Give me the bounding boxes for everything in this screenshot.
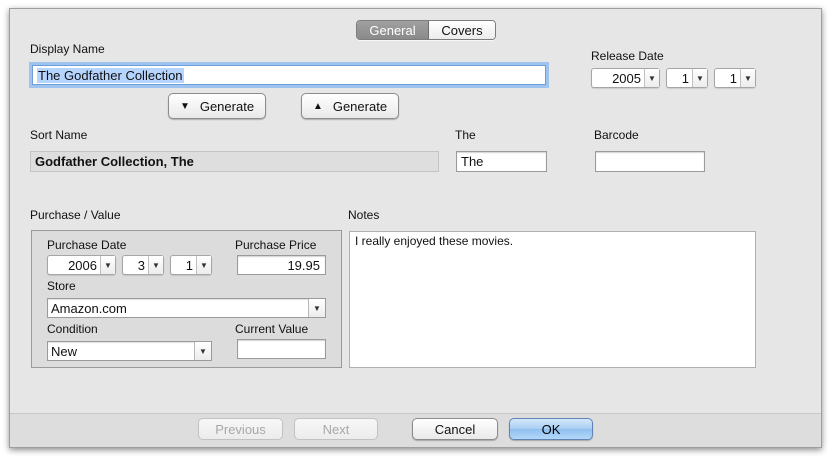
chevron-down-icon: ▼	[644, 69, 659, 87]
the-value: The	[461, 154, 484, 169]
generate-down-label: Generate	[199, 98, 255, 114]
chevron-down-icon: ▼	[740, 69, 755, 87]
purchase-section-label: Purchase / Value	[30, 208, 121, 222]
condition-label: Condition	[47, 322, 98, 336]
purchase-year-select[interactable]: 2006 ▼	[47, 255, 116, 275]
notes-label: Notes	[348, 208, 380, 222]
barcode-input[interactable]	[595, 151, 705, 172]
condition-combobox[interactable]: New ▼	[47, 341, 212, 361]
release-day-value: 1	[729, 70, 737, 86]
purchase-price-label: Purchase Price	[235, 238, 317, 252]
release-day-select[interactable]: 1 ▼	[714, 68, 756, 88]
purchase-month-select[interactable]: 3 ▼	[122, 255, 164, 275]
ok-button[interactable]: OK	[509, 418, 593, 440]
current-value-input[interactable]	[237, 339, 326, 359]
arrow-up-icon: ▲	[312, 100, 323, 112]
chevron-down-icon: ▼	[100, 256, 115, 274]
chevron-down-icon: ▼	[196, 256, 211, 274]
the-input[interactable]: The	[456, 151, 547, 172]
generate-up-label: Generate	[332, 98, 388, 114]
condition-value: New	[51, 343, 78, 359]
edit-dialog: General Covers Display Name The Godfathe…	[9, 8, 822, 448]
store-combobox[interactable]: Amazon.com ▼	[47, 298, 326, 318]
purchase-date-label: Purchase Date	[47, 238, 127, 252]
release-year-value: 2005	[612, 70, 641, 86]
chevron-down-icon: ▼	[148, 256, 163, 274]
display-name-value: The Godfather Collection	[37, 67, 184, 83]
release-month-value: 1	[681, 70, 689, 86]
tab-general[interactable]: General	[357, 21, 429, 39]
purchase-price-value: 19.95	[287, 257, 320, 273]
release-year-select[interactable]: 2005 ▼	[591, 68, 660, 88]
sort-name-label: Sort Name	[30, 128, 88, 142]
purchase-price-input[interactable]: 19.95	[237, 255, 326, 275]
purchase-day-select[interactable]: 1 ▼	[170, 255, 212, 275]
sort-name-value: Godfather Collection, The	[35, 154, 194, 169]
store-value: Amazon.com	[51, 300, 127, 316]
release-month-select[interactable]: 1 ▼	[666, 68, 708, 88]
sort-name-field: Godfather Collection, The	[30, 151, 439, 172]
tab-covers[interactable]: Covers	[429, 21, 495, 39]
the-label: The	[455, 128, 476, 142]
generate-up-button[interactable]: ▲ Generate	[301, 93, 399, 119]
notes-text: I really enjoyed these movies.	[355, 234, 514, 248]
barcode-label: Barcode	[594, 128, 639, 142]
next-button[interactable]: Next	[294, 418, 378, 440]
release-date-label: Release Date	[591, 49, 664, 63]
current-value-label: Current Value	[235, 322, 309, 336]
chevron-down-icon[interactable]: ▼	[194, 342, 211, 360]
purchase-year-value: 2006	[68, 257, 97, 273]
cancel-button[interactable]: Cancel	[412, 418, 498, 440]
chevron-down-icon[interactable]: ▼	[308, 299, 325, 317]
chevron-down-icon: ▼	[692, 69, 707, 87]
store-label: Store	[47, 279, 76, 293]
generate-down-button[interactable]: ▼ Generate	[168, 93, 266, 119]
notes-textarea[interactable]: I really enjoyed these movies.	[349, 231, 756, 368]
arrow-down-icon: ▼	[179, 100, 190, 112]
purchase-month-value: 3	[137, 257, 145, 273]
purchase-day-value: 1	[185, 257, 193, 273]
tab-segmented-control: General Covers	[356, 20, 496, 40]
display-name-label: Display Name	[30, 42, 105, 56]
previous-button[interactable]: Previous	[198, 418, 283, 440]
display-name-input[interactable]: The Godfather Collection	[32, 65, 546, 85]
